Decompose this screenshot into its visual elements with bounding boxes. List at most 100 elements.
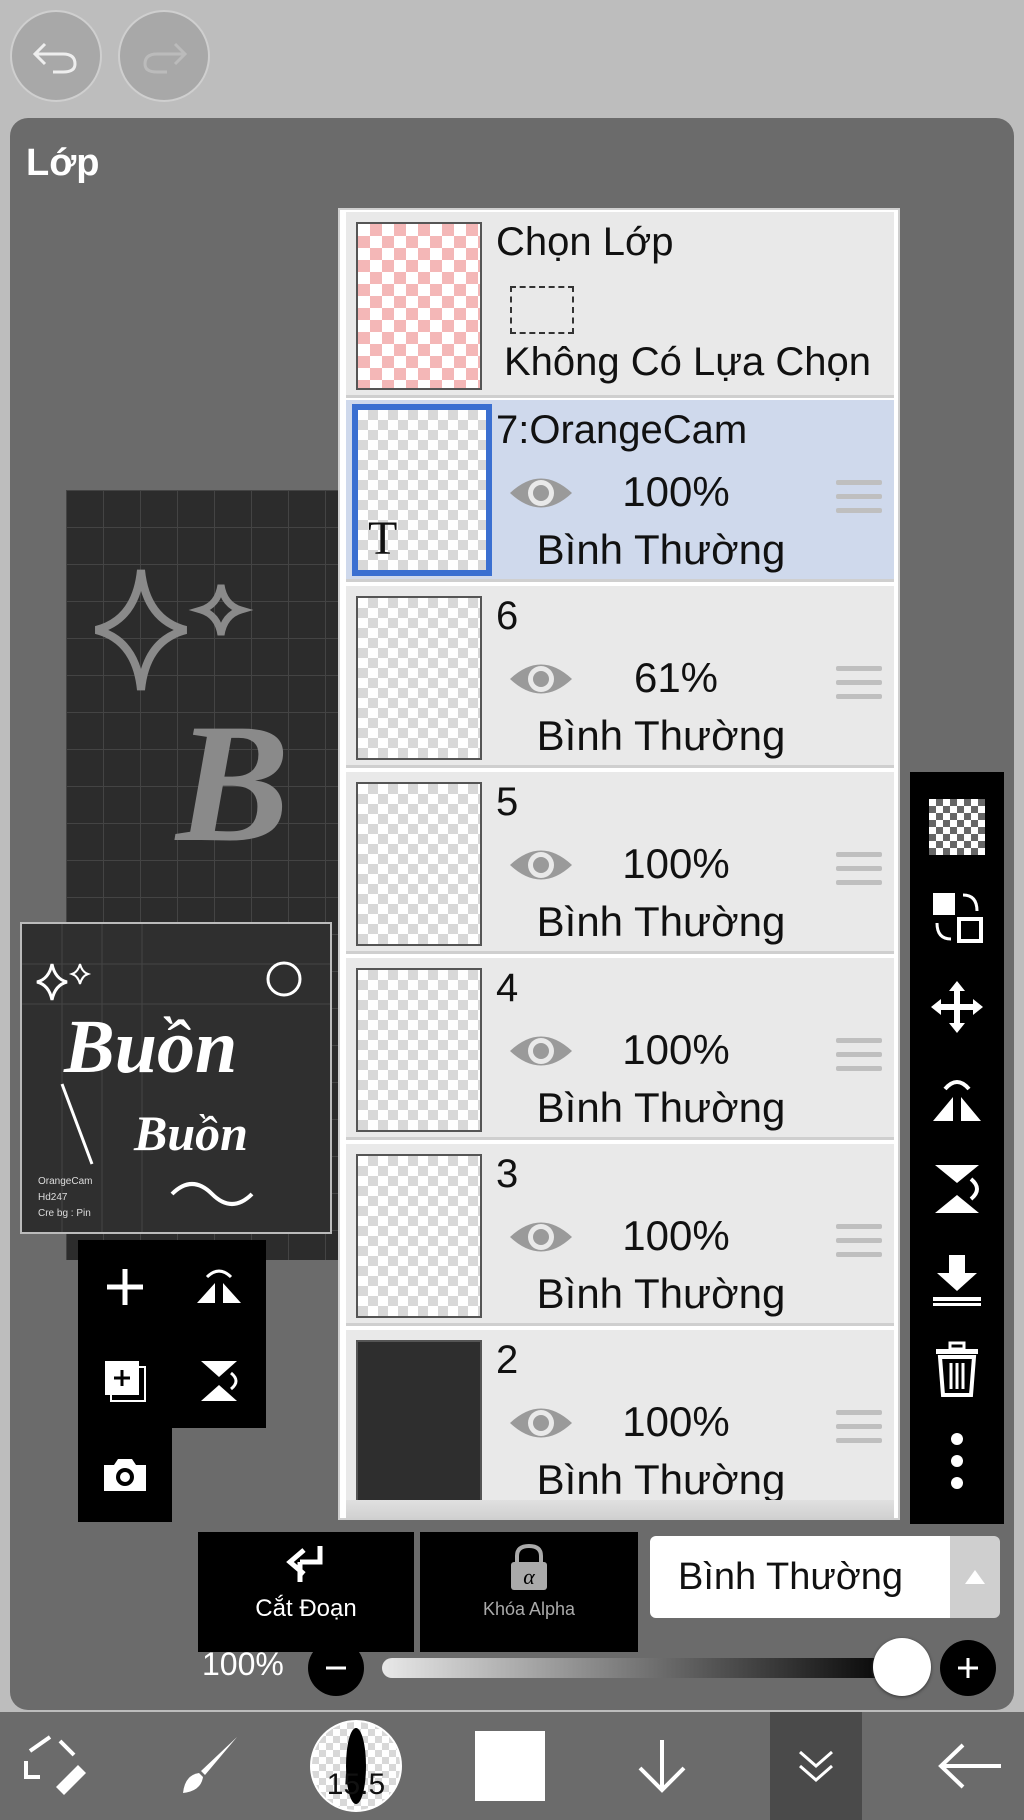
opacity-label: 100% (202, 1646, 284, 1682)
blend-mode-select[interactable]: Bình Thường (650, 1536, 950, 1618)
chevron-double-down-icon (799, 1750, 833, 1782)
drag-handle-icon[interactable] (836, 1410, 882, 1446)
layer-blend-mode: Bình Thường (536, 898, 786, 945)
minus-icon (326, 1666, 346, 1670)
layers-panel-button[interactable] (770, 1712, 862, 1820)
drag-handle-icon[interactable] (836, 1224, 882, 1260)
eye-icon[interactable] (506, 842, 576, 888)
merge-down-button[interactable] (910, 1234, 1004, 1324)
layer-thumbnail (356, 968, 482, 1132)
opacity-increase-button[interactable] (940, 1640, 996, 1696)
layer-row[interactable]: 5 100% Bình Thường (346, 772, 894, 954)
flip-vertical-icon (201, 1361, 238, 1401)
list-bottom-edge (346, 1500, 894, 1518)
arrow-down-icon (638, 1740, 686, 1793)
move-button[interactable] (910, 962, 1004, 1052)
credit-line: OrangeCam (38, 1176, 93, 1187)
lock-alpha-icon: α (511, 1543, 547, 1590)
layer-blend-mode: Bình Thường (536, 526, 786, 573)
opacity-slider-track[interactable] (382, 1658, 902, 1678)
alpha-lock-button[interactable]: α Khóa Alpha (420, 1532, 638, 1652)
drag-handle-icon[interactable] (836, 852, 882, 888)
selection-marquee-icon (510, 286, 574, 334)
flip-horizontal-button[interactable] (172, 1240, 266, 1334)
flip-horizontal-button-2[interactable] (910, 1054, 1004, 1144)
add-copy-layer-button[interactable] (78, 1334, 172, 1428)
brush-tool-button[interactable] (165, 1712, 255, 1820)
redo-button[interactable] (118, 10, 210, 102)
blend-mode-toggle[interactable] (950, 1536, 1000, 1618)
preview-subtitle-text: Buồn (134, 1105, 248, 1161)
drag-handle-icon[interactable] (836, 480, 882, 516)
preview-title-text: Buồn (64, 1005, 238, 1089)
layer-name: 5 (496, 780, 519, 824)
layer-row[interactable]: 2 100% Bình Thường (346, 1330, 894, 1512)
camera-button[interactable] (78, 1428, 172, 1522)
opacity-decrease-button[interactable] (308, 1640, 364, 1696)
drag-handle-icon[interactable] (836, 1038, 882, 1074)
layer-name: 7:OrangeCam (496, 408, 748, 452)
panel-title: Lớp (26, 142, 100, 184)
undo-button[interactable] (10, 10, 102, 102)
layer-move-button[interactable] (910, 872, 1004, 962)
layer-name: 4 (496, 966, 519, 1010)
plus-icon (958, 1658, 978, 1678)
layer-row[interactable]: 4 100% Bình Thường (346, 958, 894, 1140)
eye-icon[interactable] (506, 1214, 576, 1260)
transparency-button[interactable] (910, 782, 1004, 872)
layer-blend-mode: Bình Thường (536, 1456, 786, 1503)
layer-thumbnail (356, 782, 482, 946)
layer-list: Chọn Lớp Không Có Lựa Chọn T 7:OrangeCam 1… (338, 208, 900, 1520)
trash-icon (936, 1341, 978, 1397)
clipping-button[interactable]: Cắt Đoạn (198, 1532, 414, 1652)
flip-vertical-button-2[interactable] (910, 1144, 1004, 1234)
color-swatch-button[interactable] (472, 1712, 548, 1820)
svg-text:B: B (174, 689, 289, 877)
undo-icon (32, 42, 77, 74)
selection-thumbnail (356, 222, 482, 390)
credit-line: Hd247 (38, 1192, 68, 1203)
redo-icon (143, 42, 188, 74)
plus-icon (107, 1269, 143, 1305)
selection-layer-row[interactable]: Chọn Lớp Không Có Lựa Chọn (346, 212, 894, 398)
move-down-button[interactable] (622, 1712, 702, 1820)
delete-layer-button[interactable] (910, 1324, 1004, 1414)
layer-opacity: 100% (622, 468, 730, 515)
canvas-preview[interactable]: Buồn Buồn OrangeCam Hd247 Cre bg : Pin (20, 922, 332, 1234)
arrow-left-icon (938, 1743, 1001, 1789)
layer-row[interactable]: T 7:OrangeCam 100% Bình Thường (346, 400, 894, 582)
drag-handle-icon[interactable] (836, 666, 882, 702)
brush-preview-icon: 15.5 (310, 1720, 402, 1812)
opacity-slider-knob[interactable] (873, 1638, 931, 1696)
layer-blend-mode: Bình Thường (536, 712, 786, 759)
layer-quick-tools (78, 1240, 266, 1522)
flip-vertical-button[interactable] (172, 1334, 266, 1428)
eye-icon[interactable] (506, 656, 576, 702)
text-layer-icon: T (368, 512, 398, 565)
checkerboard-icon (929, 799, 985, 855)
merge-down-icon (933, 1255, 981, 1306)
more-options-button[interactable] (910, 1416, 1004, 1506)
flip-vertical-icon (935, 1165, 979, 1213)
layer-row[interactable]: 3 100% Bình Thường (346, 1144, 894, 1326)
transform-tool-button[interactable] (10, 1712, 100, 1820)
add-layer-button[interactable] (78, 1240, 172, 1334)
preview-credits: OrangeCam Hd247 Cre bg : Pin (38, 1174, 92, 1222)
eye-icon[interactable] (506, 1400, 576, 1446)
layer-thumbnail (356, 1154, 482, 1318)
add-copy-icon (105, 1361, 146, 1402)
layer-opacity: 100% (622, 1026, 730, 1073)
flip-horizontal-icon (197, 1269, 241, 1303)
back-button[interactable] (930, 1712, 1010, 1820)
triangle-up-icon (965, 1570, 985, 1584)
layer-opacity: 100% (622, 1212, 730, 1259)
brush-size-button[interactable]: 15.5 (310, 1712, 402, 1820)
eye-icon[interactable] (506, 470, 576, 516)
layer-blend-mode: Bình Thường (536, 1270, 786, 1317)
layer-row[interactable]: 6 61% Bình Thường (346, 586, 894, 768)
layer-opacity: 61% (633, 654, 719, 701)
alpha-lock-label: Khóa Alpha (482, 1599, 576, 1619)
color-swatch (475, 1731, 545, 1801)
layer-thumbnail (356, 1340, 482, 1504)
eye-icon[interactable] (506, 1028, 576, 1074)
